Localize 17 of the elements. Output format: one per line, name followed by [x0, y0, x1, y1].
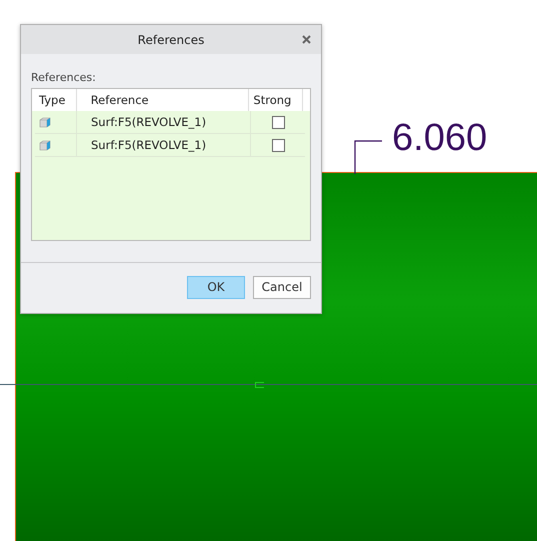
- leader-line: [354, 140, 384, 174]
- origin-mark: [255, 382, 264, 388]
- cube-icon: [39, 116, 51, 128]
- ok-button[interactable]: OK: [187, 276, 245, 298]
- column-header[interactable]: Reference: [76, 89, 250, 111]
- strong-checkbox[interactable]: [272, 116, 284, 128]
- table-cell: Surf:F5(REVOLVE_1): [77, 111, 251, 133]
- dialog-title: References: [138, 32, 204, 46]
- list-label: References:: [31, 71, 97, 84]
- close-icon[interactable]: [302, 35, 311, 44]
- cube-icon: [39, 140, 51, 150]
- column-header[interactable]: Type: [35, 89, 77, 111]
- column-header[interactable]: Strong: [249, 89, 304, 111]
- cancel-button[interactable]: Cancel: [253, 276, 311, 298]
- dimension-value: 6.060: [392, 118, 488, 160]
- table-cell: Surf:F5(REVOLVE_1): [77, 134, 251, 156]
- strong-checkbox[interactable]: [272, 138, 284, 152]
